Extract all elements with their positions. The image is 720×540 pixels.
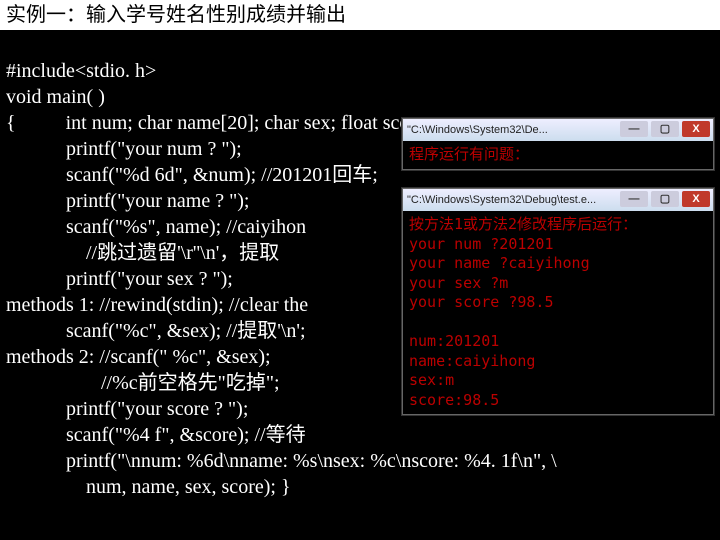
- console-line: your sex ?m: [409, 274, 508, 292]
- maximize-icon[interactable]: ▢: [651, 191, 679, 207]
- code-line: printf("\nnum: %6d\nname: %s\nsex: %c\ns…: [6, 450, 557, 472]
- console-line: num:201201: [409, 332, 499, 350]
- code-line: num, name, sex, score); }: [6, 476, 291, 498]
- console-line: your name ?caiyihong: [409, 254, 590, 272]
- console-title: "C:\Windows\System32\Debug\test.e...: [407, 194, 596, 206]
- console-line: 按方法1或方法2修改程序后运行：: [409, 215, 637, 233]
- code-line: scanf("%d 6d", &num); //201201回车;: [6, 164, 378, 186]
- close-icon[interactable]: X: [682, 191, 710, 207]
- code-line: //%c前空格先"吃掉";: [6, 372, 280, 394]
- console-line: score:98.5: [409, 391, 499, 409]
- code-line: methods 2: //scanf(" %c", &sex);: [6, 346, 271, 368]
- code-line: void main( ): [6, 86, 105, 108]
- code-line: printf("your name ? ");: [6, 190, 250, 212]
- console-line: your score ?98.5: [409, 293, 554, 311]
- console-titlebar[interactable]: "C:\Windows\System32\Debug\test.e... — ▢…: [403, 189, 713, 211]
- code-line: scanf("%s", name); //caiyihon: [6, 216, 306, 238]
- code-line: //跳过遗留'\r''\n'，提取: [6, 242, 279, 264]
- console-titlebar[interactable]: "C:\Windows\System32\De... — ▢ X: [403, 119, 713, 141]
- minimize-icon[interactable]: —: [620, 121, 648, 137]
- console-title: "C:\Windows\System32\De...: [407, 124, 548, 136]
- console-body: 程序运行有问题：: [403, 141, 713, 169]
- code-line: printf("your num ? ");: [6, 138, 242, 160]
- console-body: 按方法1或方法2修改程序后运行： your num ?201201 your n…: [403, 211, 713, 414]
- title-text: 实例一：输入学号姓名性别成绩并输出: [6, 4, 346, 26]
- code-line: methods 1: //rewind(stdin); //clear the: [6, 294, 308, 316]
- close-icon[interactable]: X: [682, 121, 710, 137]
- console-window-2: "C:\Windows\System32\Debug\test.e... — ▢…: [402, 188, 714, 415]
- console-line: sex:m: [409, 371, 454, 389]
- code-line: printf("your score ? ");: [6, 398, 248, 420]
- code-line: scanf("%4 f", &score); //等待: [6, 424, 306, 446]
- minimize-icon[interactable]: —: [620, 191, 648, 207]
- maximize-icon[interactable]: ▢: [651, 121, 679, 137]
- code-line: #include<stdio. h>: [6, 60, 156, 82]
- console-line: name:caiyihong: [409, 352, 535, 370]
- code-line: printf("your sex ? ");: [6, 268, 233, 290]
- console-window-1: "C:\Windows\System32\De... — ▢ X 程序运行有问题…: [402, 118, 714, 170]
- console-line: your num ?201201: [409, 235, 554, 253]
- code-line: { int num; char name[20]; char sex; floa…: [6, 112, 430, 134]
- code-line: scanf("%c", &sex); //提取'\n';: [6, 320, 306, 342]
- console-line: 程序运行有问题：: [409, 145, 529, 163]
- slide-title: 实例一：输入学号姓名性别成绩并输出: [0, 0, 720, 30]
